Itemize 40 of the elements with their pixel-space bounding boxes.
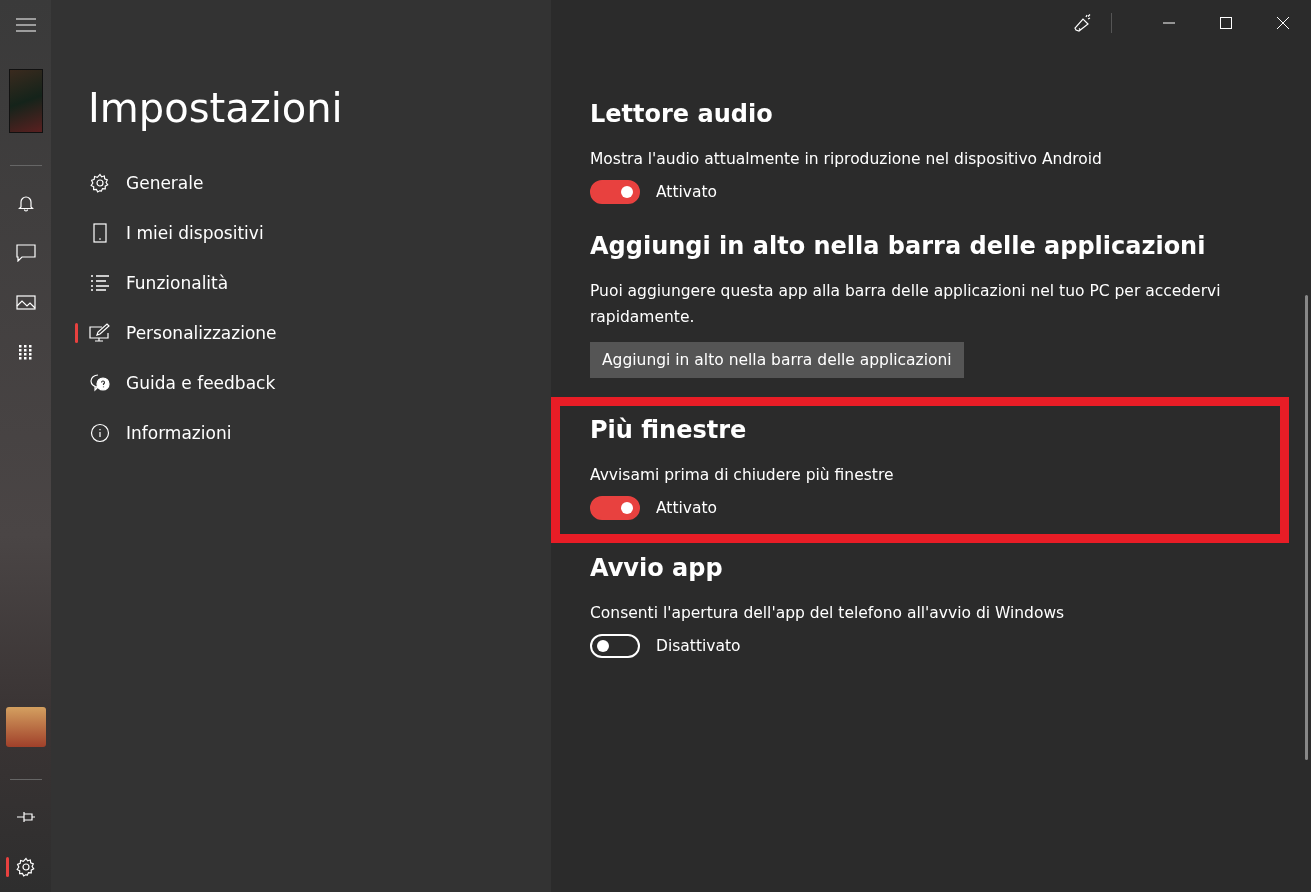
toggle-state-label: Attivato	[656, 499, 718, 517]
toggle-state-label: Disattivato	[656, 637, 741, 655]
section-description: Puoi aggiungere questa app alla barra delle applicazioni nel tuo PC per accedervi rapidamente.	[590, 281, 1222, 328]
minimize-icon	[1162, 21, 1175, 24]
menu-icon	[15, 18, 36, 32]
toggle-switch[interactable]	[590, 180, 640, 204]
settings-icon	[90, 173, 110, 193]
album-art-placeholder[interactable]	[5, 707, 46, 747]
nav-item[interactable]: I miei dispositivi	[75, 208, 274, 258]
section-description: Consenti l'apertura dell'app del telefono all'avvio di Windows	[590, 603, 1066, 624]
maximize-icon	[1219, 16, 1232, 29]
help-chat-icon	[89, 373, 111, 393]
nav-item[interactable]: Informazioni	[75, 408, 242, 458]
toggle-state-label: Attivato	[656, 183, 718, 201]
bell-icon	[16, 194, 35, 212]
toggle-switch[interactable]	[590, 496, 640, 520]
scrollbar[interactable]	[1305, 295, 1308, 760]
section-title: Aggiungi in alto nella barra delle applicazioni	[590, 232, 1207, 260]
pin-icon	[15, 810, 36, 824]
info-icon	[90, 423, 110, 443]
message-icon	[15, 244, 36, 262]
dialpad-icon	[18, 345, 33, 361]
megaphone-icon	[1072, 12, 1093, 33]
section-title: Lettore audio	[590, 100, 774, 128]
nav-item[interactable]: Funzionalità	[75, 258, 239, 308]
section-title: Avvio app	[590, 554, 724, 582]
phone-icon	[93, 223, 107, 243]
photos-icon	[15, 294, 36, 312]
list-icon	[90, 274, 110, 292]
nav-item[interactable]: Personalizzazione	[75, 308, 287, 358]
pen-on-screen-icon	[89, 323, 111, 343]
section-title: Più finestre	[590, 416, 748, 444]
section-description: Mostra l'audio attualmente in riproduzione nel dispositivo Android	[590, 149, 1103, 170]
section-description: Avvisami prima di chiudere più finestre	[590, 465, 895, 486]
nav-item[interactable]: Generale	[75, 158, 214, 208]
page-title: Impostazioni	[88, 85, 343, 131]
pin-to-taskbar-button[interactable]: Aggiungi in alto nella barra delle applicazioni	[590, 342, 964, 378]
settings-icon	[15, 857, 36, 877]
nav-item[interactable]: Guida e feedback	[75, 358, 286, 408]
close-icon	[1276, 16, 1289, 29]
